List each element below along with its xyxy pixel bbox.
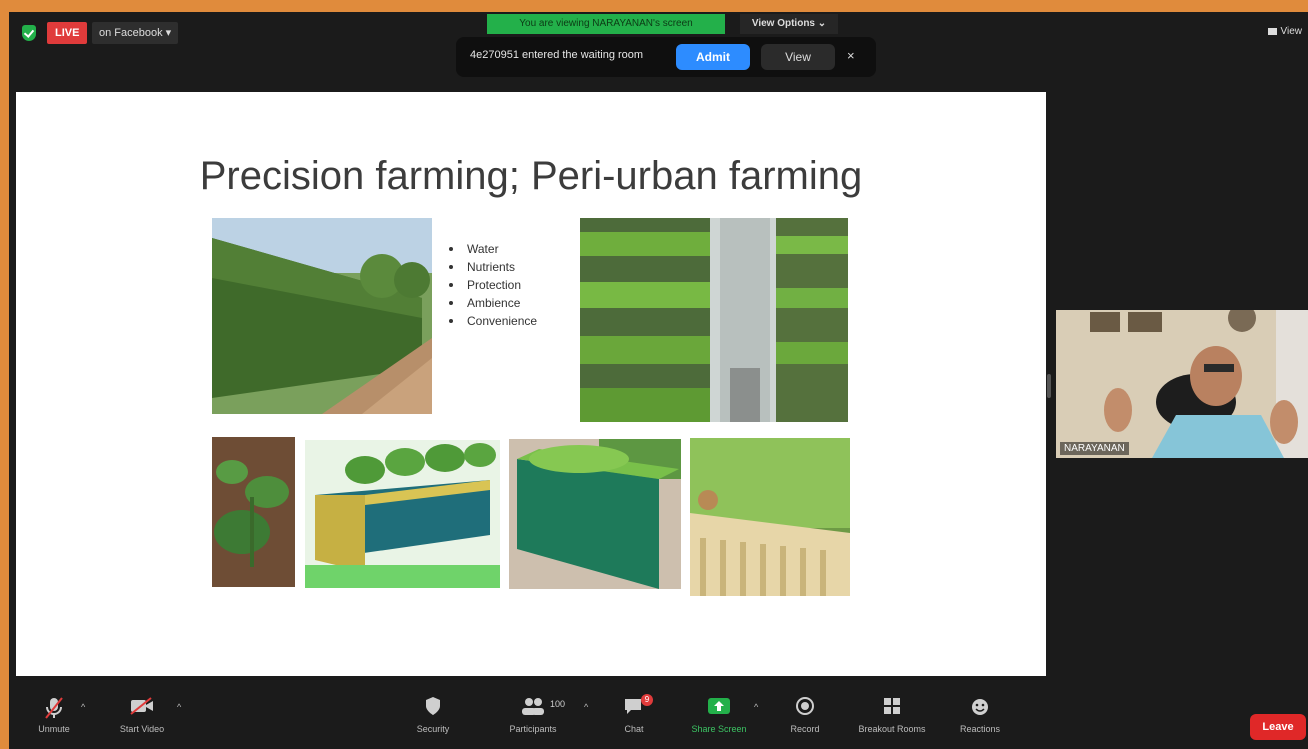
share-screen-icon	[708, 698, 730, 714]
video-off-icon	[130, 697, 153, 715]
chevron-up-icon[interactable]: ^	[177, 702, 181, 712]
stream-target-dropdown[interactable]: on Facebook ▾	[92, 22, 179, 44]
breakout-rooms-button[interactable]: Breakout Rooms	[847, 696, 937, 734]
participant-video-tile[interactable]: NARAYANAN	[1056, 310, 1308, 458]
record-icon	[796, 697, 814, 715]
muted-microphone-icon	[45, 697, 63, 719]
raised-planter-illustration	[305, 440, 500, 588]
green-grow-box-photo	[509, 439, 681, 589]
participant-name-label: NARAYANAN	[1060, 442, 1129, 455]
share-screen-button[interactable]: ^ Share Screen	[674, 696, 764, 734]
breakout-rooms-icon	[884, 698, 900, 714]
waiting-room-notification: 4e270951 entered the waiting room Admit …	[456, 37, 876, 77]
zoom-meeting-window: LIVE on Facebook ▾ You are viewing NARAY…	[9, 12, 1308, 749]
leave-button[interactable]: Leave	[1250, 714, 1306, 740]
breakout-rooms-label: Breakout Rooms	[858, 724, 926, 734]
bullet-item: Ambience	[449, 294, 537, 312]
participant-count: 100	[550, 699, 566, 709]
reactions-button[interactable]: Reactions	[935, 696, 1025, 734]
view-options-button[interactable]: View Options ⌄	[740, 14, 838, 34]
record-label: Record	[790, 724, 820, 734]
view-waiting-room-button[interactable]: View	[761, 44, 835, 70]
chat-button[interactable]: 9 Chat	[589, 694, 679, 734]
chevron-up-icon[interactable]: ^	[81, 702, 85, 712]
shield-icon	[426, 697, 440, 715]
slide-title: Precision farming; Peri-urban farming	[199, 154, 863, 198]
admit-button[interactable]: Admit	[676, 44, 750, 70]
seedling-plant-photo	[212, 437, 295, 587]
unmute-button[interactable]: ^ Unmute	[9, 696, 99, 734]
share-screen-label: Share Screen	[691, 724, 747, 734]
chevron-up-icon[interactable]: ^	[754, 702, 758, 712]
start-video-label: Start Video	[119, 724, 165, 734]
participants-label: Participants	[509, 724, 557, 734]
panel-resize-handle[interactable]	[1047, 374, 1051, 398]
smiley-face-icon	[972, 699, 988, 715]
close-icon[interactable]: ×	[847, 48, 855, 63]
sprout-tray-photo	[690, 438, 850, 596]
encryption-shield-icon[interactable]	[22, 25, 36, 41]
participants-button[interactable]: 100 ^ Participants	[488, 696, 588, 734]
chevron-up-icon[interactable]: ^	[584, 702, 588, 712]
participant-video-frame	[1056, 310, 1308, 458]
decorative-frame	[0, 0, 1308, 12]
chat-unread-badge: 9	[641, 694, 653, 706]
unmute-label: Unmute	[38, 724, 70, 734]
record-button[interactable]: Record	[760, 696, 850, 734]
bullet-item: Protection	[449, 276, 537, 294]
viewing-screen-banner: You are viewing NARAYANAN's screen	[487, 14, 725, 34]
reactions-label: Reactions	[959, 724, 1001, 734]
chat-label: Chat	[624, 724, 644, 734]
participants-icon	[522, 698, 544, 715]
notification-text: 4e270951 entered the waiting room	[470, 49, 644, 61]
slide-bullet-list: Water Nutrients Protection Ambience Conv…	[449, 240, 537, 330]
bullet-item: Convenience	[449, 312, 537, 330]
view-layout-button[interactable]: View	[1268, 26, 1303, 37]
bullet-item: Nutrients	[449, 258, 537, 276]
start-video-button[interactable]: ^ Start Video	[97, 696, 187, 734]
security-label: Security	[416, 724, 450, 734]
vertical-vine-farm-photo	[212, 218, 432, 414]
live-badge[interactable]: LIVE	[47, 22, 88, 44]
bullet-item: Water	[449, 240, 537, 258]
shared-screen-slide: Precision farming; Peri-urban farming Wa…	[16, 92, 1046, 676]
indoor-vertical-farm-photo	[580, 218, 848, 422]
security-button[interactable]: Security	[388, 696, 478, 734]
